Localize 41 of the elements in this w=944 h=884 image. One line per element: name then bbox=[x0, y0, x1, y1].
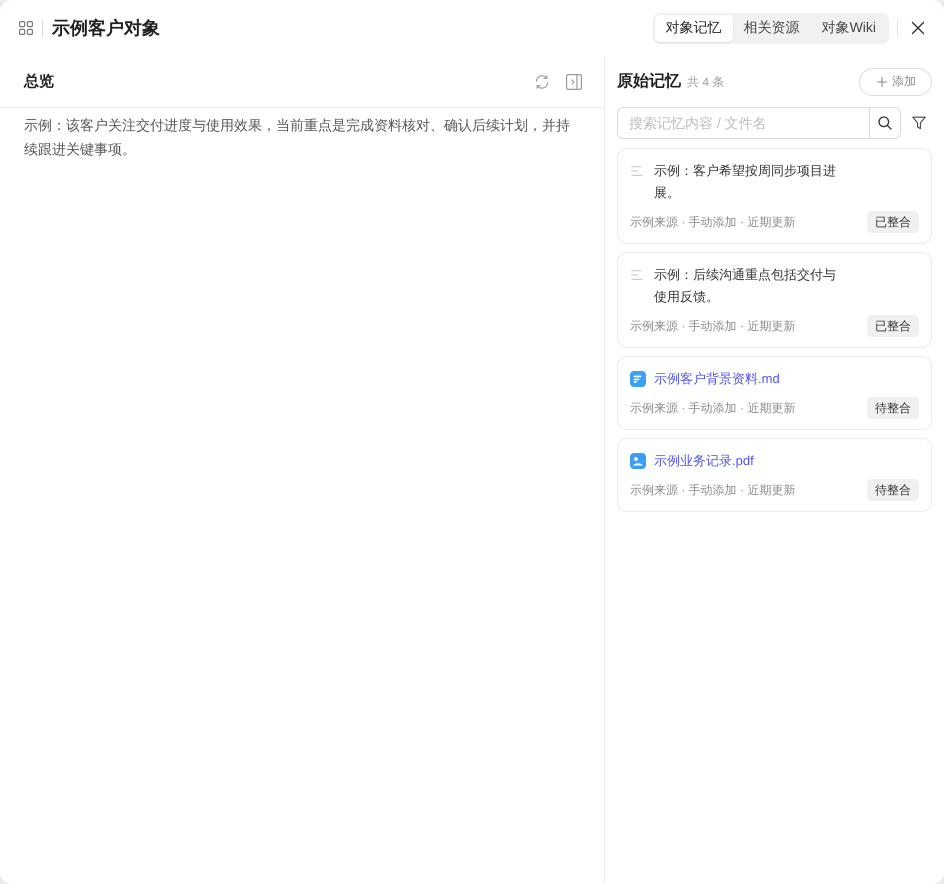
memory-meta: 示例来源 · 手动添加 · 近期更新 bbox=[630, 482, 796, 498]
grid-icon bbox=[19, 21, 33, 35]
close-button[interactable] bbox=[911, 21, 925, 35]
filter-icon bbox=[912, 116, 926, 130]
plus-icon bbox=[877, 76, 887, 86]
panel-title: 原始记忆 bbox=[617, 72, 681, 92]
text-lines-icon bbox=[631, 270, 643, 280]
memory-meta: 示例来源 · 手动添加 · 近期更新 bbox=[630, 214, 796, 230]
add-button[interactable]: 添加 bbox=[859, 68, 932, 96]
item-count: 共 4 条 bbox=[687, 74, 724, 91]
text-lines-icon bbox=[631, 166, 643, 176]
status-badge: 已整合 bbox=[867, 211, 919, 233]
file-link[interactable]: 示例客户背景资料.md bbox=[654, 368, 780, 390]
memory-text: 示例：后续沟通重点包括交付与使用反馈。 bbox=[654, 266, 837, 306]
collapse-panel-button[interactable] bbox=[566, 74, 582, 90]
status-badge: 待整合 bbox=[867, 479, 919, 501]
search-icon bbox=[878, 116, 892, 130]
close-icon bbox=[911, 21, 925, 35]
image-file-icon bbox=[630, 453, 646, 469]
memory-card[interactable]: 示例客户背景资料.md 示例来源 · 手动添加 · 近期更新 待整合 bbox=[617, 356, 932, 430]
memory-meta: 示例来源 · 手动添加 · 近期更新 bbox=[630, 318, 796, 334]
tab[interactable]: 相关资源 bbox=[732, 14, 811, 42]
memory-card[interactable]: 示例：客户希望按周同步项目进展。 示例来源 · 手动添加 · 近期更新 已整合 bbox=[617, 148, 932, 244]
panel-icon bbox=[566, 74, 582, 90]
memory-card[interactable]: 示例：后续沟通重点包括交付与使用反馈。 示例来源 · 手动添加 · 近期更新 已整合 bbox=[617, 252, 932, 348]
memory-card[interactable]: 示例业务记录.pdf 示例来源 · 手动添加 · 近期更新 待整合 bbox=[617, 438, 932, 512]
panel-title: 总览 bbox=[24, 72, 54, 91]
memory-text: 示例：客户希望按周同步项目进展。 bbox=[654, 162, 837, 202]
memory-meta: 示例来源 · 手动添加 · 近期更新 bbox=[630, 400, 796, 416]
tab[interactable]: 对象Wiki bbox=[810, 14, 887, 42]
overview-text: 示例：该客户关注交付进度与使用效果，当前重点是完成资料核对、确认后续计划，并持续跟进关键事项。 bbox=[23, 116, 571, 159]
refresh-icon bbox=[534, 74, 550, 90]
refresh-button[interactable] bbox=[534, 74, 550, 90]
status-badge: 待整合 bbox=[867, 397, 919, 419]
search-field[interactable]: 搜索记忆内容 / 文件名 bbox=[617, 107, 869, 139]
search-button[interactable] bbox=[869, 107, 901, 139]
tab[interactable]: 对象记忆 bbox=[654, 14, 733, 42]
document-file-icon bbox=[630, 371, 646, 387]
window-title: 示例客户对象 bbox=[52, 17, 160, 40]
status-badge: 已整合 bbox=[867, 315, 919, 337]
file-link[interactable]: 示例业务记录.pdf bbox=[654, 450, 754, 472]
